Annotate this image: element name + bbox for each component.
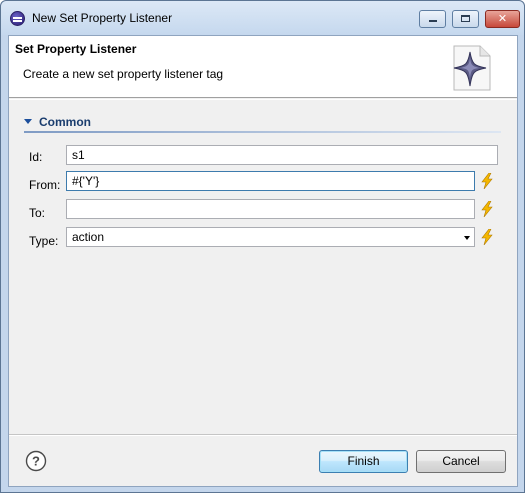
chevron-down-icon[interactable] [24,119,32,124]
type-select-value: action [72,230,105,244]
from-label: From: [29,178,61,192]
type-select[interactable]: action [66,227,475,247]
wizard-star-icon [453,45,491,91]
to-input[interactable] [66,199,475,219]
dialog-window: New Set Property Listener ✕ Set Property… [0,0,525,493]
type-label: Type: [29,234,59,248]
wizard-header: Set Property Listener Create a new set p… [9,36,517,98]
minimize-icon [428,20,437,22]
title-bar[interactable]: New Set Property Listener ✕ [1,1,524,35]
close-icon: ✕ [497,12,508,25]
wizard-title: Set Property Listener [15,42,137,56]
cancel-button[interactable]: Cancel [416,450,506,473]
form-area: Common Id: s1 From: #{'Y'} To: Type: act… [9,99,517,434]
window-title: New Set Property Listener [32,11,173,25]
help-icon[interactable]: ? [25,450,47,472]
to-label: To: [29,206,46,220]
maximize-button[interactable] [452,10,479,28]
svg-text:?: ? [32,454,40,469]
close-button[interactable]: ✕ [485,10,520,28]
section-divider [24,131,501,133]
lightning-bolt-icon[interactable] [480,173,494,189]
from-input[interactable]: #{'Y'} [66,171,475,191]
finish-button[interactable]: Finish [319,450,408,473]
minimize-button[interactable] [419,10,446,28]
lightning-bolt-icon[interactable] [480,229,494,245]
divider [9,99,517,100]
dialog-client: Set Property Listener Create a new set p… [8,35,518,487]
id-label: Id: [29,150,43,164]
footer-divider-highlight [9,435,517,436]
section-common-header[interactable]: Common [24,115,501,130]
section-title: Common [39,115,91,129]
lightning-bolt-icon[interactable] [480,201,494,217]
dropdown-arrow-icon[interactable] [464,236,470,240]
eclipse-icon [10,11,25,26]
maximize-icon [461,15,470,22]
wizard-description: Create a new set property listener tag [23,67,224,81]
id-input[interactable]: s1 [66,145,498,165]
